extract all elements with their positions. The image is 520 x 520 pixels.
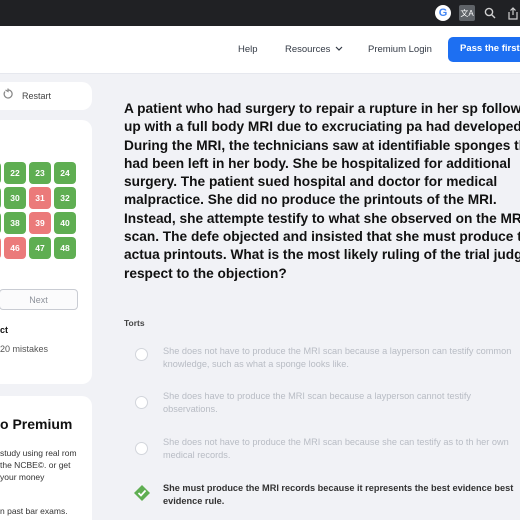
- question-tile-partial[interactable]: [0, 162, 1, 184]
- question-tile-22[interactable]: 22: [4, 162, 26, 184]
- mistakes-count: 20 mistakes: [0, 344, 49, 354]
- premium-title: o Premium: [0, 416, 73, 432]
- question-tile-31[interactable]: 31: [29, 187, 51, 209]
- translate-icon[interactable]: 文A: [459, 5, 475, 21]
- radio-button[interactable]: [135, 396, 148, 409]
- question-tile-38[interactable]: 38: [4, 212, 26, 234]
- google-icon[interactable]: G: [435, 5, 451, 21]
- question-tile-46[interactable]: 46: [4, 237, 26, 259]
- restart-icon: [2, 88, 14, 103]
- question-tile-48[interactable]: 48: [54, 237, 76, 259]
- top-nav: Help Resources Premium Login Pass the fi…: [0, 26, 520, 74]
- result-label: ct: [0, 325, 9, 335]
- question-tile-24[interactable]: 24: [54, 162, 76, 184]
- subject-label: Torts: [124, 318, 145, 328]
- question-tile-partial[interactable]: [0, 237, 1, 259]
- nav-resources-label: Resources: [285, 44, 331, 55]
- question-text: A patient who had surgery to repair a ru…: [124, 101, 520, 281]
- nav-help-link[interactable]: Help: [238, 44, 258, 55]
- answer-option-text: She must produce the MRI records because…: [163, 483, 514, 506]
- restart-button[interactable]: Restart: [0, 82, 92, 110]
- answer-option-text: She does not have to produce the MRI sca…: [163, 346, 512, 369]
- question-tile-47[interactable]: 47: [29, 237, 51, 259]
- question-tile-30[interactable]: 30: [4, 187, 26, 209]
- nav-resources-menu[interactable]: Resources: [285, 44, 343, 55]
- restart-label: Restart: [22, 91, 52, 101]
- radio-button[interactable]: [135, 442, 148, 455]
- question-tile-40[interactable]: 40: [54, 212, 76, 234]
- radio-button[interactable]: [135, 348, 148, 361]
- next-button[interactable]: Next: [0, 289, 78, 310]
- chevron-down-icon: [335, 46, 343, 51]
- correct-check-icon: [134, 485, 150, 501]
- browser-toolbar: G 文A: [0, 0, 520, 26]
- question-tile-partial[interactable]: [0, 187, 1, 209]
- nav-premium-login-link[interactable]: Premium Login: [368, 44, 432, 55]
- pass-first-time-button[interactable]: Pass the first t: [448, 37, 520, 62]
- question-tile-23[interactable]: 23: [29, 162, 51, 184]
- premium-description: study using real rom the NCBE©. or get y…: [0, 448, 77, 482]
- question-tile-partial[interactable]: [0, 212, 1, 234]
- question-tile-39[interactable]: 39: [29, 212, 51, 234]
- answer-option-text: She does not have to produce the MRI sca…: [163, 437, 509, 460]
- answer-option-text: She does have to produce the MRI scan be…: [163, 391, 471, 414]
- question-tile-32[interactable]: 32: [54, 187, 76, 209]
- share-icon[interactable]: [505, 5, 520, 21]
- zoom-icon[interactable]: [482, 5, 498, 21]
- premium-description-2: n past bar exams.: [0, 506, 68, 516]
